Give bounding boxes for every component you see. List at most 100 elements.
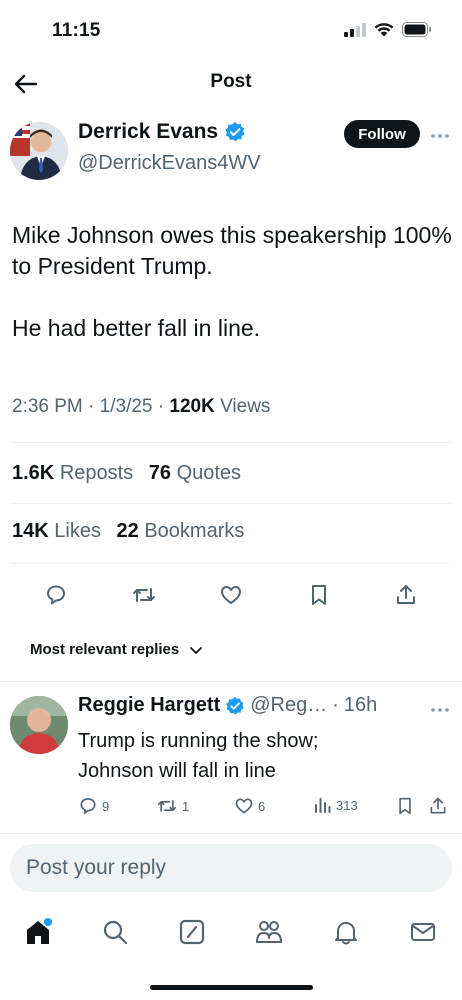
repost-icon: [133, 588, 155, 602]
quotes-count: 76: [148, 462, 171, 484]
quotes-label: Quotes: [176, 462, 242, 484]
bookmarks-count: 22: [116, 520, 139, 542]
post-actions: [0, 580, 462, 610]
quotes-stat[interactable]: 76 Quotes: [149, 462, 241, 484]
like-icon: [221, 586, 241, 604]
author-handle[interactable]: @DerrickEvans4WV: [78, 152, 261, 175]
post-more-button[interactable]: [430, 126, 450, 144]
reply-button[interactable]: [41, 580, 71, 610]
replies-sort-dropdown[interactable]: Most relevant replies: [30, 641, 203, 658]
repost-button[interactable]: [129, 580, 159, 610]
engagement-row: 14K Likes 22 Bookmarks: [12, 520, 254, 543]
bookmark-icon: [399, 797, 411, 815]
meta-separator: ·: [332, 694, 339, 716]
nav-header: Post: [0, 60, 462, 106]
wifi-icon: [374, 23, 394, 37]
bookmarks-label: Bookmarks: [144, 520, 245, 542]
reply-repost-button[interactable]: 1: [156, 796, 189, 816]
notifications-icon: [335, 922, 357, 945]
verified-badge-icon: [226, 696, 244, 715]
follow-button[interactable]: Follow: [344, 120, 420, 148]
post-text: Mike Johnson owes this speakership 100% …: [12, 222, 452, 341]
reply-author-name[interactable]: Reggie Hargett: [78, 694, 220, 717]
battery-icon: [402, 22, 431, 37]
like-button[interactable]: [216, 580, 246, 610]
author-name[interactable]: Derrick Evans: [78, 120, 218, 144]
tab-compose[interactable]: [176, 916, 208, 948]
more-icon: [431, 134, 449, 138]
reply-avatar-image: [10, 696, 68, 754]
communities-icon: [256, 921, 282, 943]
reply-like-button[interactable]: 6: [234, 796, 265, 816]
reply-icon: [80, 798, 96, 814]
post-meta: 2:36 PM · 1/3/25 · 120K Views: [12, 396, 270, 418]
tab-home[interactable]: [22, 916, 54, 948]
repost-icon: [157, 800, 177, 812]
views-label: Views: [220, 396, 271, 417]
reposts-stat[interactable]: 1.6K Reposts: [12, 462, 133, 484]
post-time: 2:36 PM: [12, 396, 83, 417]
meta-separator: ·: [157, 396, 170, 417]
author-avatar[interactable]: [10, 122, 68, 180]
reply-bookmark-button[interactable]: [396, 796, 414, 816]
page-title: Post: [210, 71, 252, 92]
tab-notifications[interactable]: [330, 916, 362, 948]
reply-author-handle[interactable]: @Reg…: [250, 694, 327, 717]
reply-input[interactable]: [26, 856, 436, 880]
author-avatar-image: [10, 122, 68, 180]
reposts-label: Reposts: [59, 462, 134, 484]
reply-comment-count: 9: [102, 798, 110, 814]
reply-views-button[interactable]: 313: [314, 796, 358, 814]
divider: [10, 503, 452, 504]
reply-actions: 9 1 6 313: [78, 796, 452, 820]
messages-icon: [411, 923, 435, 941]
reply-composer[interactable]: [10, 844, 452, 892]
reposts-count: 1.6K: [12, 462, 55, 484]
search-icon: [103, 920, 128, 945]
likes-stat[interactable]: 14K Likes: [12, 520, 101, 542]
more-icon: [431, 708, 449, 712]
compose-icon: [179, 919, 205, 945]
meta-separator: ·: [88, 396, 100, 417]
author-name-row: Derrick Evans: [78, 120, 246, 144]
share-button[interactable]: [391, 580, 421, 610]
status-bar: 11:15: [0, 0, 462, 60]
bookmark-button[interactable]: [304, 580, 334, 610]
like-icon: [235, 798, 253, 814]
status-icons: [344, 22, 432, 37]
share-icon: [397, 585, 415, 604]
views-icon: [315, 798, 331, 813]
reply-share-button[interactable]: [428, 796, 448, 816]
status-time: 11:15: [52, 20, 101, 41]
reply-time: 16h: [343, 694, 378, 716]
reply-avatar[interactable]: [10, 696, 68, 754]
divider: [10, 563, 452, 564]
views-stat[interactable]: 120K Views: [169, 396, 270, 417]
share-icon: [430, 797, 446, 814]
reply-views-count: 313: [336, 797, 358, 813]
reply-like-count: 6: [258, 798, 266, 814]
replies-sort-label: Most relevant replies: [30, 641, 180, 658]
chevron-down-icon: [190, 646, 203, 654]
engagement-row: 1.6K Reposts 76 Quotes: [12, 462, 251, 485]
home-icon: [27, 918, 52, 944]
tab-search[interactable]: [99, 916, 131, 948]
post-date: 1/3/25: [99, 396, 153, 417]
reply-more-button[interactable]: [430, 700, 450, 718]
tab-messages[interactable]: [407, 916, 439, 948]
reply-comment-button[interactable]: 9: [78, 796, 109, 816]
views-count: 120K: [169, 396, 215, 417]
divider: [10, 442, 452, 443]
reply-icon: [47, 585, 65, 605]
post-author: Derrick Evans @DerrickEvans4WV Follow: [10, 120, 452, 184]
reply-repost-count: 1: [182, 798, 190, 814]
verified-badge-icon: [225, 122, 245, 142]
reply-header: Reggie Hargett @Reg… · 16h: [78, 694, 377, 717]
reply-text: Trump is running the show; Johnson will …: [78, 730, 319, 782]
bookmarks-stat[interactable]: 22 Bookmarks: [117, 520, 245, 542]
reply-item[interactable]: Reggie Hargett @Reg… · 16h Trump is runn…: [0, 690, 462, 825]
tab-communities[interactable]: [253, 916, 285, 948]
bookmark-icon: [312, 585, 326, 605]
divider: [0, 681, 462, 682]
bottom-tab-bar: [0, 912, 462, 952]
